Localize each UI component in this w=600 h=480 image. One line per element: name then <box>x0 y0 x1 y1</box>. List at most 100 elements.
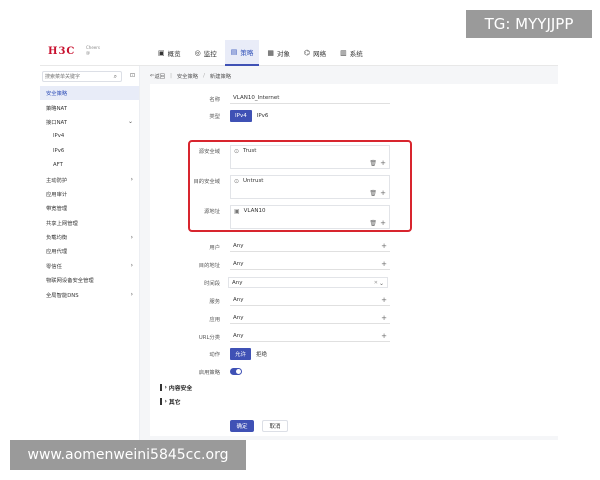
src-addr-label: 源地址 <box>204 209 220 215</box>
collapse-sidebar-icon[interactable]: ⊡ <box>130 72 135 79</box>
chevron-down-icon: ⌄ <box>127 118 133 126</box>
address-object-icon: ▣ <box>234 208 240 215</box>
plus-icon[interactable]: + <box>381 295 387 306</box>
plus-icon[interactable]: + <box>380 188 386 199</box>
sidebar-menu: 安全策略 策略NAT 接口NAT ⌄ IPv4 IPv6 AFT 主动防护 › 应用… <box>40 86 139 302</box>
sidebar-item-app-audit[interactable]: 应用审计 <box>40 187 139 201</box>
nav-overview[interactable]: ▣ 概览 <box>152 40 187 66</box>
sidebar-item-interface-nat[interactable]: 接口NAT ⌄ <box>40 115 139 129</box>
user-label: 用户 <box>209 245 220 251</box>
sidebar-item-load-balance[interactable]: 负载均衡 › <box>40 230 139 244</box>
nav-network[interactable]: ⌬ 网络 <box>298 40 332 66</box>
row-time: 时间段 Any ✕ ⌄ <box>150 277 558 288</box>
sidebar-item-bandwidth[interactable]: 带宽管理 <box>40 201 139 215</box>
trash-icon[interactable]: 🗑 <box>369 188 377 199</box>
breadcrumb-parent[interactable]: 安全策略 <box>177 72 198 80</box>
src-zone-field[interactable]: ⊙ Trust 🗑 + <box>230 145 390 169</box>
type-ipv4-button[interactable]: IPv4 <box>230 110 252 122</box>
trash-icon[interactable]: 🗑 <box>369 158 377 169</box>
sidebar-item-iot-security[interactable]: 物联网设备安全管理 <box>40 273 139 287</box>
sidebar-item-ipv4[interactable]: IPv4 <box>40 129 139 143</box>
menu-search-input[interactable] <box>43 72 111 81</box>
chevron-right-icon: › <box>130 291 133 299</box>
top-bar: H3C Cheers @ ▣ 概览 ◎ 监控 ▤ 策略 ▦ 对象 ⌬ 网络 ▥ 系统 <box>40 40 558 66</box>
time-select[interactable]: Any ✕ ⌄ <box>228 277 388 288</box>
action-label: 动作 <box>209 352 220 358</box>
sidebar: ⌕ ⊡ 安全策略 策略NAT 接口NAT⌄ IPv4 IPv6 AFT 主动防护… <box>40 66 140 440</box>
user-field[interactable]: Any + <box>230 241 390 252</box>
h3c-logo: H3C <box>48 46 76 57</box>
section-other[interactable]: › 其它 <box>160 397 181 406</box>
row-app: 应用 Any + <box>150 313 558 324</box>
main-nav: ▣ 概览 ◎ 监控 ▤ 策略 ▦ 对象 ⌬ 网络 ▥ 系统 <box>152 40 371 66</box>
trash-icon[interactable]: 🗑 <box>369 218 377 229</box>
dst-addr-field[interactable]: Any + <box>230 259 390 270</box>
url-label: URL分类 <box>198 335 220 341</box>
menu-search: ⌕ <box>42 71 122 82</box>
sidebar-item-app-proxy[interactable]: 应用代理 <box>40 244 139 258</box>
nav-system[interactable]: ▥ 系统 <box>334 40 369 66</box>
app-field[interactable]: Any + <box>230 313 390 324</box>
sidebar-item-shared-internet[interactable]: 共享上网管理 <box>40 216 139 230</box>
breadcrumb: ⇐ 返回 | 安全策略 / 新建策略 <box>150 72 232 80</box>
row-dst-zone: 目的安全域 ⊙ Untrust 🗑 + <box>150 175 558 199</box>
type-label: 类型 <box>209 114 220 120</box>
plus-icon[interactable]: + <box>380 158 386 169</box>
nav-policy[interactable]: ▤ 策略 <box>224 40 260 66</box>
nav-object[interactable]: ▦ 对象 <box>261 40 296 66</box>
row-src-zone: 源安全域 ⊙ Trust 🗑 + <box>150 145 558 169</box>
plus-icon[interactable]: + <box>381 313 387 324</box>
row-service: 服务 Any + <box>150 295 558 306</box>
row-action: 动作 允许 拒绝 <box>150 348 558 360</box>
service-field[interactable]: Any + <box>230 295 390 306</box>
watermark-url: www.aomenweini5845cc.org <box>10 440 246 470</box>
sidebar-item-zero-trust[interactable]: 零信任 › <box>40 259 139 273</box>
object-icon: ▦ <box>267 49 274 57</box>
chevron-right-icon: › <box>130 233 133 241</box>
cancel-button[interactable]: 取消 <box>262 420 288 432</box>
plus-icon[interactable]: + <box>381 259 387 270</box>
clear-icon[interactable]: ✕ <box>374 278 378 289</box>
breadcrumb-current: 新建策略 <box>209 74 232 80</box>
policy-icon: ▤ <box>230 48 238 56</box>
enable-label: 启用策略 <box>198 370 220 376</box>
plus-icon[interactable]: + <box>380 218 386 229</box>
dst-addr-label: 目的地址 <box>198 263 220 269</box>
sidebar-item-aft[interactable]: AFT <box>40 158 139 172</box>
expand-icon: › <box>164 384 167 391</box>
sidebar-item-active-protection[interactable]: 主动防护 › <box>40 172 139 186</box>
type-selector: IPv4 IPv6 <box>230 110 274 122</box>
logo-tagline: Cheers @ <box>86 45 100 55</box>
back-link[interactable]: 返回 <box>154 72 165 80</box>
sidebar-item-policy-nat[interactable]: 策略NAT <box>40 100 139 114</box>
chevron-right-icon: › <box>130 176 133 184</box>
action-deny-button[interactable]: 拒绝 <box>251 348 273 360</box>
plus-icon[interactable]: + <box>381 241 387 252</box>
enable-toggle[interactable] <box>230 368 242 375</box>
url-field[interactable]: Any + <box>230 331 390 342</box>
action-permit-button[interactable]: 允许 <box>230 348 252 360</box>
chevron-down-icon[interactable]: ⌄ <box>379 278 384 289</box>
system-icon: ▥ <box>340 49 347 57</box>
watermark-tg: TG: MYYJJPP <box>466 10 592 38</box>
type-ipv6-button[interactable]: IPv6 <box>251 110 274 122</box>
src-zone-label: 源安全域 <box>198 149 220 155</box>
row-name: 名称 VLAN10_Internet <box>150 93 558 104</box>
ok-button[interactable]: 确定 <box>230 420 254 432</box>
sidebar-item-global-dns[interactable]: 全局智能DNS › <box>40 287 139 301</box>
src-addr-field[interactable]: ▣ VLAN10 🗑 + <box>230 205 390 229</box>
section-content-security[interactable]: › 内容安全 <box>160 383 192 392</box>
app-label: 应用 <box>209 317 220 323</box>
plus-icon[interactable]: + <box>381 331 387 342</box>
time-label: 时间段 <box>204 281 220 287</box>
dst-zone-label: 目的安全域 <box>193 179 221 185</box>
sidebar-item-security-policy[interactable]: 安全策略 <box>40 86 139 101</box>
nav-monitor[interactable]: ◎ 监控 <box>189 40 223 66</box>
expand-icon: › <box>164 398 167 405</box>
row-dst-addr: 目的地址 Any + <box>150 259 558 270</box>
sidebar-item-ipv6[interactable]: IPv6 <box>40 144 139 158</box>
chevron-right-icon: › <box>130 262 133 270</box>
dst-zone-field[interactable]: ⊙ Untrust 🗑 + <box>230 175 390 199</box>
name-input[interactable]: VLAN10_Internet <box>230 93 390 104</box>
search-icon[interactable]: ⌕ <box>114 73 117 81</box>
